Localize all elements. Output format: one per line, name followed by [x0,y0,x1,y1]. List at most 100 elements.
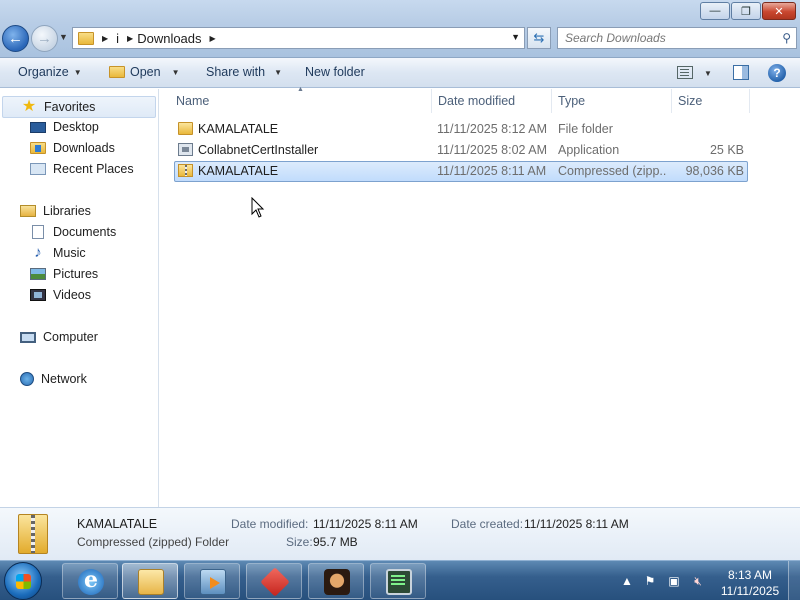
column-header-size[interactable]: Size [672,89,750,113]
column-header-size-label: Size [678,94,703,108]
recent-places-icon [30,163,46,175]
nav-music-label: Music [53,246,86,260]
taskbar-terminal-app[interactable] [370,563,426,599]
nav-downloads[interactable]: Downloads [30,141,115,155]
chevron-down-icon: ▼ [73,67,82,77]
details-date-modified: 11/11/2025 8:11 AM [313,517,418,531]
sort-ascending-icon: ▲ [297,86,304,93]
details-size: 95.7 MB [313,535,358,549]
nav-libraries[interactable]: Libraries [20,204,91,218]
close-button[interactable]: ✕ [762,2,796,20]
folder-icon [178,122,193,135]
libraries-icon [20,205,36,217]
breadcrumb-i[interactable]: i [116,31,119,46]
videos-icon [30,289,46,301]
address-dropdown[interactable]: ▼ [511,32,520,42]
details-file-name: KAMALATALE [77,517,158,531]
taskbar-media-player[interactable] [184,563,240,599]
search-input[interactable]: Search Downloads ⚲ [557,27,797,49]
nav-desktop-label: Desktop [53,120,99,134]
title-bar: — ❐ ✕ ← → ▼ ▶ i ▶ Downloads ▶ ▼ ⇆ Search… [0,0,800,58]
action-center-flag-icon[interactable]: ⚑ [643,574,657,588]
column-header-date-modified-label: Date modified [438,94,516,108]
share-with-label: Share with [206,65,266,79]
music-icon: ♪ [34,244,42,261]
documents-icon [32,225,44,239]
mouse-cursor-icon [251,197,265,218]
minimize-button[interactable]: — [700,2,730,20]
network-status-icon[interactable]: ▣ [667,574,681,588]
application-icon [178,143,193,156]
arrow-right-icon: → [37,30,52,47]
nav-computer[interactable]: Computer [20,330,98,344]
computer-icon [20,331,36,343]
folder-icon [78,31,94,45]
nav-videos[interactable]: Videos [30,288,91,302]
start-button[interactable] [4,562,42,600]
zip-folder-large-icon [18,514,48,554]
details-size-label: Size: [286,535,313,549]
taskbar-red-cube-app[interactable] [246,563,302,599]
view-options-icon[interactable] [677,66,693,79]
show-desktop-button[interactable] [788,561,800,600]
file-row-selected[interactable]: KAMALATALE 11/11/2025 8:11 AM Compressed… [174,161,748,182]
nav-network-label: Network [41,372,87,386]
back-button[interactable]: ← [2,25,29,52]
file-type: File folder [558,122,613,136]
window-controls: — ❐ ✕ [700,2,796,20]
file-type: Application [558,143,620,157]
share-with-button[interactable]: Share with ▼ [206,65,282,79]
nav-pictures-label: Pictures [53,267,99,281]
details-date-modified-label: Date modified: [231,517,309,531]
maximize-button[interactable]: ❐ [731,2,761,20]
refresh-button[interactable]: ⇆ [527,27,551,49]
nav-favorites[interactable]: ★ Favorites [2,96,156,118]
nav-pictures[interactable]: Pictures [30,267,98,281]
nav-videos-label: Videos [53,288,91,302]
breadcrumb-downloads[interactable]: Downloads [137,31,201,46]
column-header-date-modified[interactable]: Date modified [432,89,552,113]
system-clock[interactable]: 8:13 AM 11/11/2025 [718,567,782,599]
new-folder-button[interactable]: New folder [305,65,365,79]
chevron-right-icon[interactable]: ▶ [102,34,108,43]
chevron-right-icon[interactable]: ▶ [210,34,216,43]
nav-computer-label: Computer [43,330,98,344]
column-header-type-label: Type [558,94,586,108]
address-bar[interactable]: ▶ i ▶ Downloads ▶ ▼ [72,27,525,49]
column-header-type[interactable]: Type [552,89,672,113]
file-row[interactable]: KAMALATALE 11/11/2025 8:12 AM File folde… [174,119,748,140]
file-name: CollabnetCertInstaller [198,143,319,157]
nav-desktop[interactable]: Desktop [30,120,99,134]
open-label: Open [130,65,161,79]
arrow-left-icon: ← [8,30,23,47]
navigation-pane: ★ Favorites Desktop Downloads Recent Pla… [0,89,159,507]
pictures-icon [30,268,46,280]
help-icon[interactable]: ? [768,64,786,82]
command-bar: Organize ▼ Open ▼ Share with ▼ New folde… [0,58,800,88]
taskbar-internet-explorer[interactable] [62,563,118,599]
nav-documents[interactable]: Documents [30,225,116,239]
search-icon[interactable]: ⚲ [782,31,791,45]
chevron-down-icon[interactable]: ▼ [704,69,712,78]
show-hidden-icons-chevron-icon[interactable]: ▲ [620,574,634,588]
nav-recent-places[interactable]: Recent Places [30,162,134,176]
refresh-icon: ⇆ [533,30,545,45]
taskbar: ▲ ⚑ ▣ 🔇︎ 8:13 AM 11/11/2025 [0,560,800,600]
chevron-right-icon[interactable]: ▶ [127,34,133,43]
taskbar-avatar-app[interactable] [308,563,364,599]
organize-button[interactable]: Organize ▼ [18,65,82,79]
nav-music[interactable]: ♪ Music [30,244,86,261]
volume-muted-icon[interactable]: 🔇︎ [691,574,705,588]
file-row[interactable]: CollabnetCertInstaller 11/11/2025 8:02 A… [174,140,748,161]
nav-favorites-label: Favorites [44,100,96,114]
taskbar-windows-explorer[interactable] [122,563,178,599]
recent-pages-dropdown[interactable]: ▼ [59,32,68,42]
network-icon [20,372,34,386]
file-date-modified: 11/11/2025 8:11 AM [437,164,547,178]
forward-button[interactable]: → [31,25,58,52]
clock-date: 11/11/2025 [720,584,780,598]
open-button[interactable]: Open ▼ [109,65,180,79]
open-icon [109,66,125,78]
preview-pane-icon[interactable] [733,65,749,80]
nav-network[interactable]: Network [20,372,87,386]
